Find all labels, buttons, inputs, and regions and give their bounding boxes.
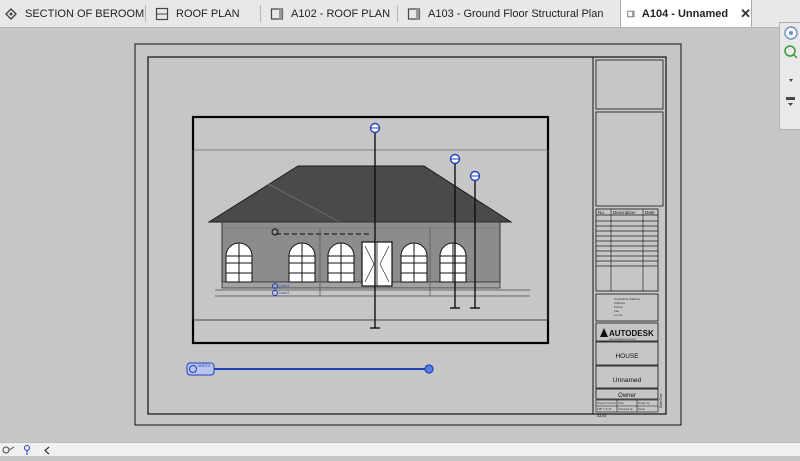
section-view-icon	[5, 7, 17, 20]
tab-separator	[397, 5, 398, 22]
navigation-bar	[779, 22, 800, 130]
tab-label: ROOF PLAN	[176, 7, 240, 20]
view-tab-bar: SECTION OF BEROOM ROOF PLAN A102 - ROOF …	[0, 0, 800, 28]
owner-field: Owner	[618, 393, 636, 399]
tab-a104-unnamed[interactable]: A104 - Unnamed ✕	[620, 0, 752, 27]
north-label: NORTH	[198, 364, 211, 368]
worksets-icon[interactable]	[2, 446, 15, 454]
sheet-icon	[627, 10, 635, 17]
tab-label: A104 - Unnamed	[641, 7, 729, 20]
field-drawn-by: Drawn by	[638, 401, 650, 405]
tab-separator	[145, 5, 146, 22]
scale-value: 1/8" = 1'-0"	[597, 407, 612, 411]
status-bar	[0, 442, 800, 456]
pin-icon[interactable]	[24, 445, 30, 456]
chevron-left-icon[interactable]	[44, 446, 50, 455]
zoom-icon[interactable]	[784, 45, 798, 59]
sheet-icon	[270, 7, 284, 20]
floor-plan-icon	[155, 7, 169, 20]
consultant-line: e-mail	[614, 313, 623, 317]
tab-label: SECTION OF BEROOM	[25, 7, 145, 20]
field-date: Date	[618, 401, 624, 405]
field-project-number: Project number	[597, 401, 616, 405]
level-tag: Level 2	[279, 291, 290, 295]
date-time-stamp: Date/Time	[659, 393, 663, 408]
close-tab-icon[interactable]: ✕	[740, 6, 751, 22]
tab-a103-ground-floor[interactable]: A103 - Ground Floor Structural Plan	[407, 0, 603, 27]
autodesk-brand: AUTODESK	[609, 329, 654, 338]
field-checked-by: Checked by	[618, 407, 633, 411]
revision-header-description: Description	[613, 210, 636, 215]
sheet-icon	[407, 7, 421, 20]
project-name: HOUSE	[615, 353, 639, 360]
tab-roof-plan[interactable]: ROOF PLAN	[155, 0, 240, 27]
revision-header-date: Date	[645, 210, 655, 215]
navbar-options-icon[interactable]	[786, 97, 795, 106]
tab-label: A103 - Ground Floor Structural Plan	[428, 7, 604, 20]
drawing-canvas[interactable]: No. Description Date Consultant Address …	[0, 28, 800, 442]
sheet-number: A104	[597, 413, 607, 418]
field-scale-label: Scale	[638, 407, 645, 411]
tab-a102-roof-plan[interactable]: A102 - ROOF PLAN	[270, 0, 390, 27]
revision-header-no: No.	[598, 210, 605, 215]
level-tag: Level 3	[279, 284, 290, 288]
sheet-drawing: No. Description Date Consultant Address …	[134, 43, 682, 426]
zoom-dropdown-icon[interactable]	[789, 79, 793, 82]
tab-separator	[260, 5, 261, 22]
tab-label: A102 - ROOF PLAN	[291, 7, 391, 20]
autodesk-url: www.autodesk.com/revit	[609, 338, 636, 341]
steering-wheel-icon[interactable]	[784, 26, 798, 40]
sheet-name: Unnamed	[613, 377, 642, 384]
tab-section-of-beroom[interactable]: SECTION OF BEROOM	[4, 0, 144, 27]
